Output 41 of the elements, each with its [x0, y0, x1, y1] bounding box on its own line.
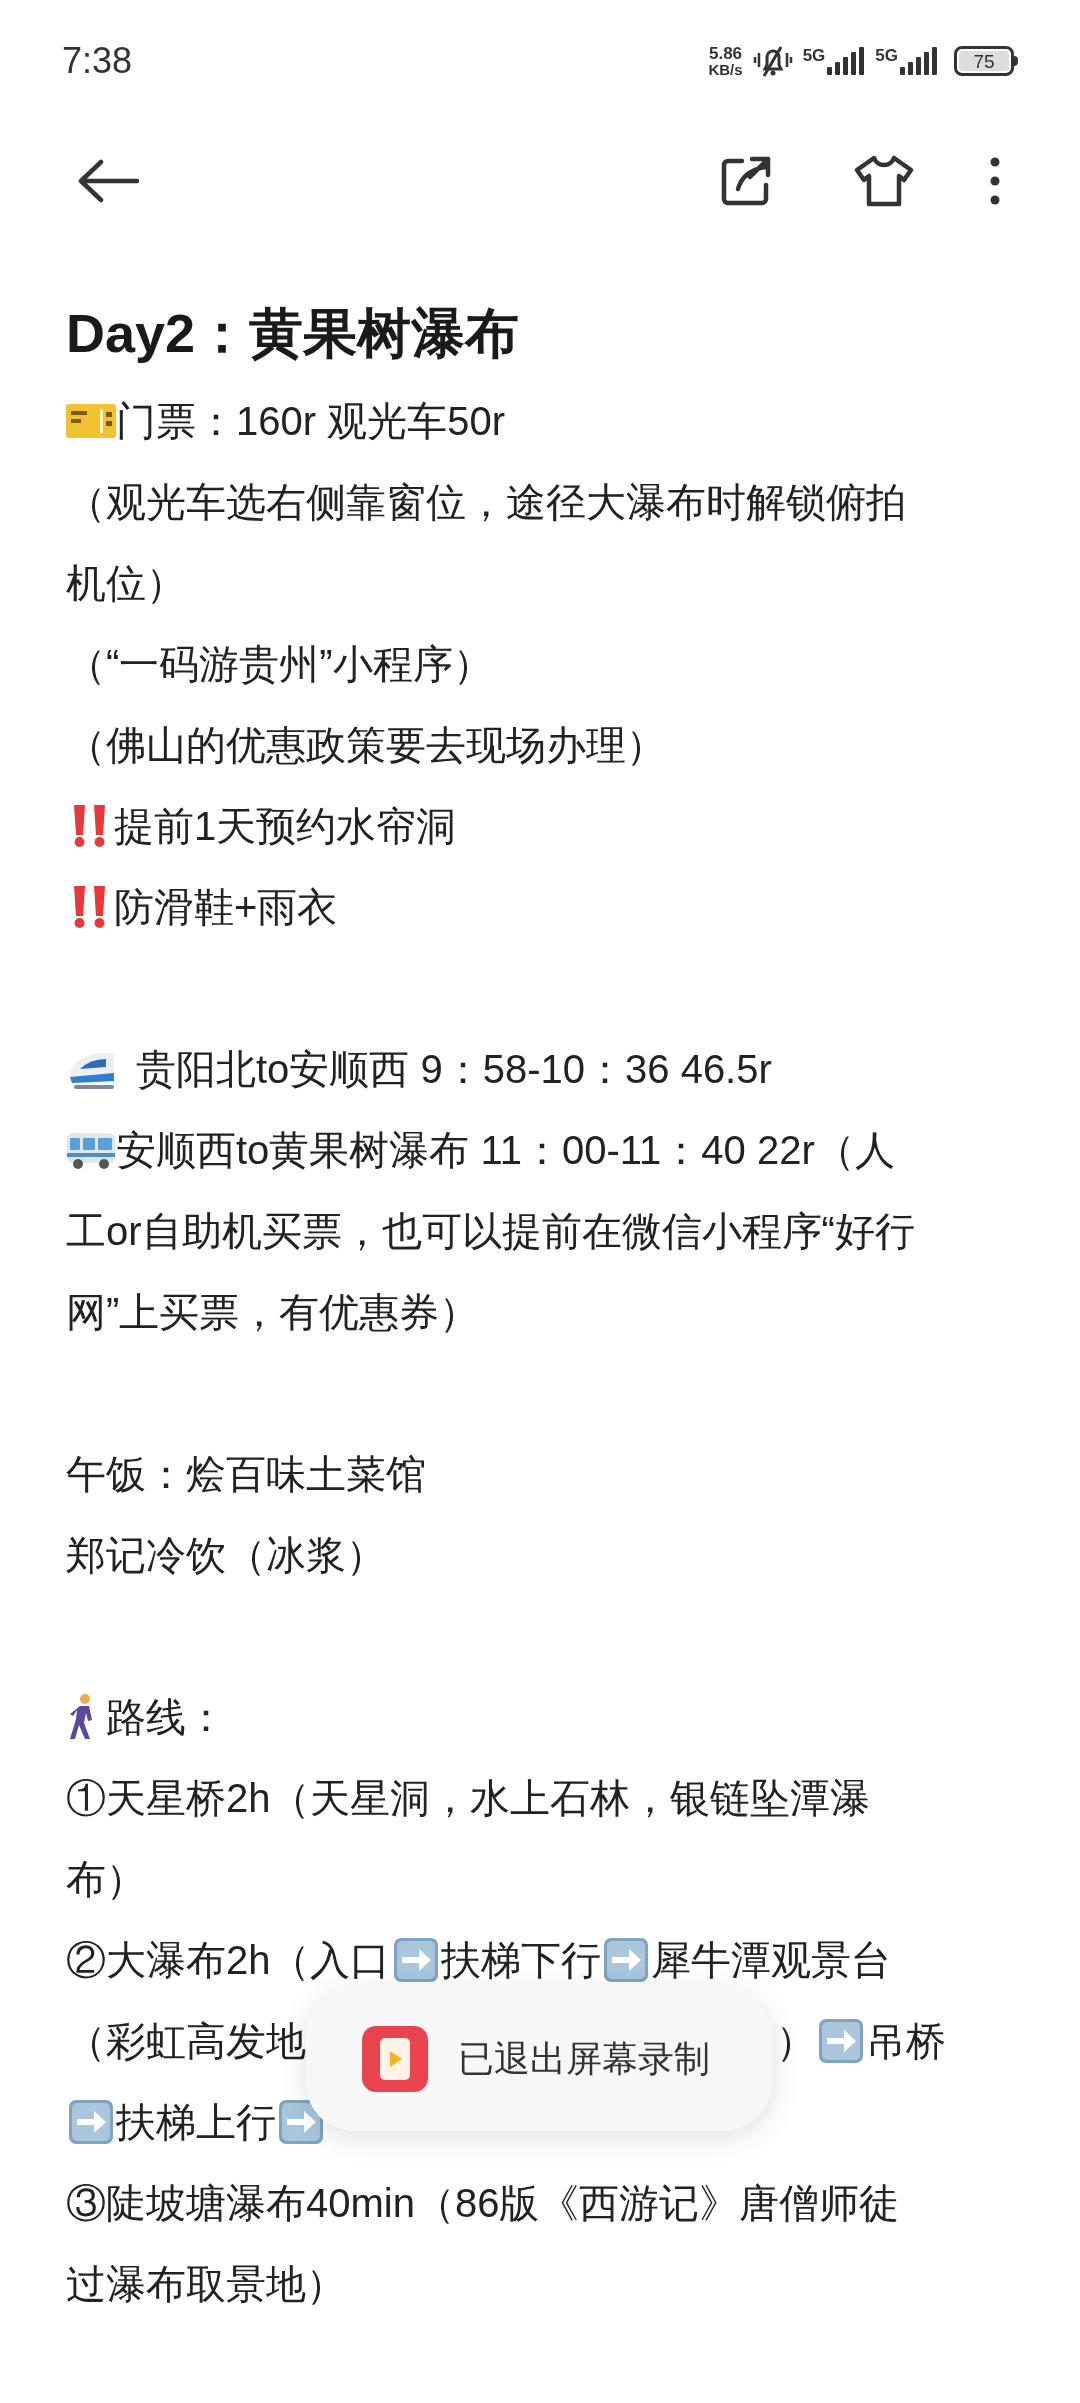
speed-unit: KB/s: [708, 62, 743, 77]
note-text: 扶梯下行: [440, 1936, 601, 1984]
network-label: 5G: [875, 47, 898, 64]
ticket-icon: [66, 403, 116, 438]
back-arrow-icon: [77, 159, 139, 203]
status-time: 7:38: [62, 39, 133, 83]
note-text: 犀牛潭观景台: [650, 1936, 891, 1984]
note-text: 午饭：烩百味土菜馆: [66, 1450, 426, 1498]
note-title: Day2：黄果树瀑布: [66, 301, 520, 365]
network-label: 5G: [802, 47, 826, 64]
note-text: 网”上买票，有优惠券）: [66, 1288, 480, 1336]
toast-message: 已退出屏幕录制: [458, 2037, 710, 2081]
share-icon: [720, 155, 772, 207]
note-text: 门票：160r 观光车50r: [116, 397, 505, 445]
screen-recorder-icon: [362, 2026, 428, 2092]
note-text: 安顺西to黄果树瀑布 11：00-11：40 22r（人: [116, 1126, 895, 1174]
note-text: ③陡坡塘瀑布40min（86版《西游记》唐僧师徒: [66, 2179, 900, 2227]
note-text: （彩虹高发地: [66, 2017, 306, 2065]
note-text: 路线：: [106, 1693, 226, 1741]
note-text: 布）: [66, 1855, 146, 1903]
battery-level: 75: [959, 51, 1009, 71]
note-text: 机位）: [66, 559, 186, 607]
note-text: ②大瀑布2h（入口: [66, 1936, 391, 1984]
note-text: （“一码游贵州”小程序）: [66, 640, 493, 688]
note-text: 防滑鞋+雨衣: [114, 883, 338, 931]
note-text: 郑记冷饮（冰浆）: [66, 1531, 386, 1579]
note-text: 提前1天预约水帘洞: [114, 802, 457, 850]
note-text: ）: [776, 2017, 816, 2065]
signal-icon: [827, 47, 866, 75]
signal-icon: [900, 47, 938, 75]
note-text: 贵阳北to安顺西 9：58-10：36 46.5r: [136, 1045, 772, 1093]
note-text: ①天星桥2h（天星洞，水上石林，银链坠潭瀑: [66, 1774, 871, 1822]
note-text: （观光车选右侧靠窗位，途径大瀑布时解锁俯拍: [66, 478, 906, 526]
more-icon: [989, 156, 1001, 206]
note-text: 工or自助机买票，也可以提前在微信小程序“好行: [66, 1207, 915, 1255]
network-speed: 5.86: [709, 45, 743, 62]
note-text: 过瀑布取景地）: [66, 2260, 346, 2308]
note-text: 扶梯上行: [116, 2098, 276, 2146]
t-shirt-icon: [854, 155, 914, 207]
note-text: 吊桥: [866, 2017, 946, 2065]
note-text: （佛山的优惠政策要去现场办理）: [66, 721, 666, 769]
